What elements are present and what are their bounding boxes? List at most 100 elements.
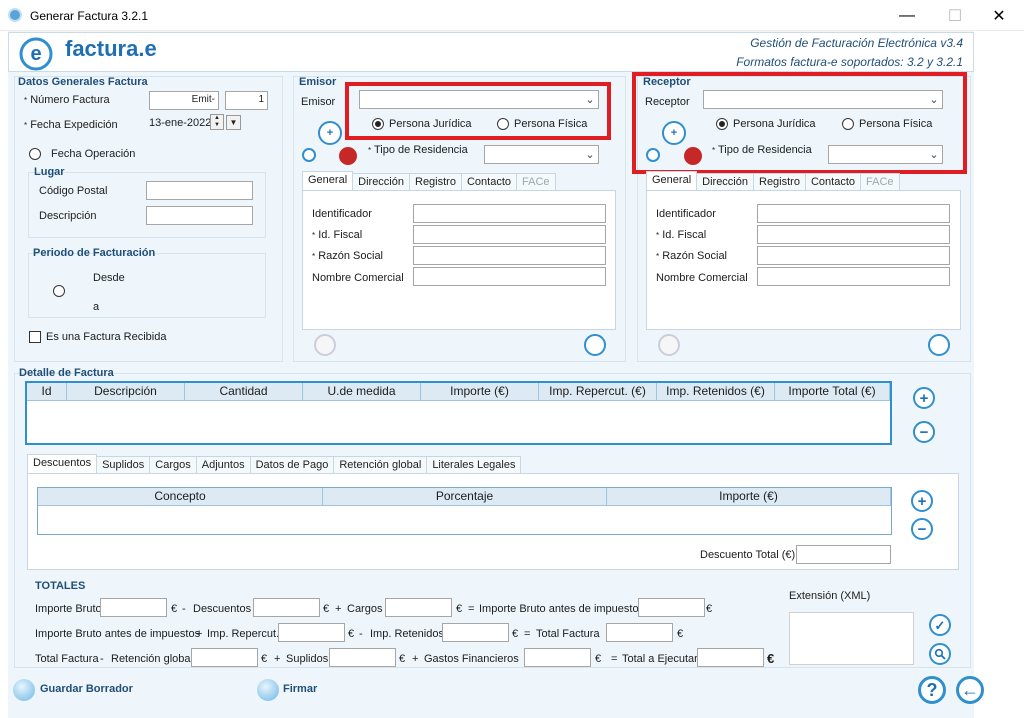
firmar-button[interactable]: Firmar xyxy=(283,683,317,695)
emisor-tab-general[interactable]: General xyxy=(302,171,354,190)
validate-check-button[interactable]: ✓ xyxy=(929,614,951,636)
date-picker-button[interactable]: ▼ xyxy=(226,115,241,130)
detalle-grid[interactable]: Id Descripción Cantidad U.de medida Impo… xyxy=(25,381,892,445)
firmar-icon xyxy=(257,679,279,701)
fecha-operacion-label: Fecha Operación xyxy=(51,148,136,160)
add-person-icon[interactable]: + xyxy=(318,121,342,145)
emisor-bank-icon[interactable] xyxy=(584,334,606,356)
tab-descuentos[interactable]: Descuentos xyxy=(27,454,98,473)
receptor-tab-registro[interactable]: Registro xyxy=(753,173,806,190)
extension-label: Extensión (XML) xyxy=(789,590,871,602)
company-icon[interactable] xyxy=(339,147,357,165)
help-button[interactable]: ? xyxy=(918,676,946,704)
close-button[interactable]: ✕ xyxy=(976,0,1022,31)
bruto-antes-input[interactable] xyxy=(638,598,705,617)
emisor-tab-face[interactable]: FACe xyxy=(516,173,556,190)
col-id[interactable]: Id xyxy=(27,383,67,400)
periodo-title: Periodo de Facturación xyxy=(33,247,156,259)
col-porcentaje[interactable]: Porcentaje xyxy=(323,488,607,505)
cargos-input[interactable] xyxy=(385,598,452,617)
receptor-idfiscal-input[interactable] xyxy=(757,225,950,244)
tab-cargos[interactable]: Cargos xyxy=(149,456,197,473)
descripcion-label: Descripción xyxy=(39,210,97,222)
desde-label: Desde xyxy=(93,272,125,284)
lugar-descripcion-input[interactable] xyxy=(146,206,253,225)
imp-repercut-input[interactable] xyxy=(278,623,345,642)
maximize-button[interactable]: ☐ xyxy=(932,0,978,31)
importe-bruto-input[interactable] xyxy=(100,598,167,617)
receptor-identificador-input[interactable] xyxy=(757,204,950,223)
receptor-tab-general[interactable]: General xyxy=(646,171,698,190)
receptor-razon-input[interactable] xyxy=(757,246,950,265)
fecha-operacion-radio[interactable] xyxy=(29,148,41,160)
suplidos-label: Suplidos xyxy=(286,653,329,665)
emisor-tab-registro[interactable]: Registro xyxy=(409,173,462,190)
brand-logo-text: factura.e xyxy=(65,36,157,61)
numero-input[interactable]: 1 xyxy=(225,91,268,110)
col-importe-total[interactable]: Importe Total (€) xyxy=(775,383,890,400)
imp-retenidos-input[interactable] xyxy=(442,623,509,642)
receptor-tab-direccion[interactable]: Dirección xyxy=(696,173,754,190)
row2-equals: = xyxy=(524,628,531,640)
detalle-grid-header: Id Descripción Cantidad U.de medida Impo… xyxy=(27,383,890,401)
codigo-postal-input[interactable] xyxy=(146,181,253,200)
col-importe-descuento[interactable]: Importe (€) xyxy=(607,488,891,505)
emisor-residencia-select[interactable]: ⌄ xyxy=(484,145,599,164)
date-spinner[interactable]: ▲ ▼ xyxy=(210,114,224,130)
tab-retencion-global[interactable]: Retención global xyxy=(333,456,428,473)
extension-xml-textarea[interactable] xyxy=(789,612,914,665)
cargos-label: Cargos xyxy=(347,603,383,615)
periodo-radio[interactable] xyxy=(53,285,65,297)
serie-input[interactable]: Emit- xyxy=(149,91,219,110)
emisor-clear-icon[interactable] xyxy=(314,334,336,356)
receptor-tab-contacto[interactable]: Contacto xyxy=(804,173,861,190)
receptor-tab-face[interactable]: FACe xyxy=(860,173,900,190)
col-imp-retenidos[interactable]: Imp. Retenidos (€) xyxy=(657,383,775,400)
add-descuento-button[interactable]: + xyxy=(911,490,933,512)
emisor-tab-contacto[interactable]: Contacto xyxy=(460,173,517,190)
descuentos-total-input[interactable] xyxy=(253,598,320,617)
emisor-idfiscal-label: * Id. Fiscal xyxy=(312,229,363,241)
total-factura-input[interactable] xyxy=(606,623,673,642)
emisor-nombre-input[interactable] xyxy=(413,267,606,286)
factura-e-logo-icon: e xyxy=(19,37,53,71)
col-imp-repercut[interactable]: Imp. Repercut. (€) xyxy=(539,383,657,400)
receptor-clear-icon[interactable] xyxy=(658,334,680,356)
total-ejecutar-input[interactable] xyxy=(697,648,764,667)
row1-eur-3: € xyxy=(456,603,463,615)
gastos-financieros-input[interactable] xyxy=(524,648,591,667)
factura-recibida-checkbox[interactable] xyxy=(29,331,41,343)
descuento-total-input[interactable] xyxy=(796,545,891,564)
add-line-button[interactable]: + xyxy=(913,387,935,409)
fecha-expedicion-value[interactable]: 13-ene-2022 xyxy=(149,117,211,129)
tab-suplidos[interactable]: Suplidos xyxy=(96,456,151,473)
suplidos-input[interactable] xyxy=(329,648,396,667)
remove-descuento-button[interactable]: − xyxy=(911,518,933,540)
minimize-button[interactable]: — xyxy=(884,0,930,31)
row1-minus: - xyxy=(182,603,186,615)
tab-adjuntos[interactable]: Adjuntos xyxy=(195,456,251,473)
col-concepto[interactable]: Concepto xyxy=(38,488,323,505)
descuentos-grid-header: Concepto Porcentaje Importe (€) xyxy=(38,488,891,506)
col-unidad[interactable]: U.de medida xyxy=(303,383,421,400)
col-cantidad[interactable]: Cantidad xyxy=(185,383,303,400)
person-icon[interactable] xyxy=(302,148,316,162)
receptor-bank-icon[interactable] xyxy=(928,334,950,356)
retencion-global-input[interactable] xyxy=(191,648,258,667)
descuentos-grid[interactable]: Concepto Porcentaje Importe (€) xyxy=(37,487,892,535)
emisor-tab-direccion[interactable]: Dirección xyxy=(352,173,410,190)
receptor-nombre-input[interactable] xyxy=(757,267,950,286)
emisor-nombre-label: Nombre Comercial xyxy=(312,272,404,284)
guardar-borrador-button[interactable]: Guardar Borrador xyxy=(40,683,133,695)
zoom-icon[interactable] xyxy=(929,643,951,665)
receptor-identificador-label: Identificador xyxy=(656,208,716,220)
emisor-idfiscal-input[interactable] xyxy=(413,225,606,244)
tab-datos-pago[interactable]: Datos de Pago xyxy=(249,456,335,473)
remove-line-button[interactable]: − xyxy=(913,421,935,443)
emisor-razon-input[interactable] xyxy=(413,246,606,265)
col-importe[interactable]: Importe (€) xyxy=(421,383,539,400)
back-button[interactable]: ← xyxy=(956,676,984,704)
col-descripcion[interactable]: Descripción xyxy=(67,383,185,400)
emisor-identificador-input[interactable] xyxy=(413,204,606,223)
tab-literales-legales[interactable]: Literales Legales xyxy=(426,456,522,473)
